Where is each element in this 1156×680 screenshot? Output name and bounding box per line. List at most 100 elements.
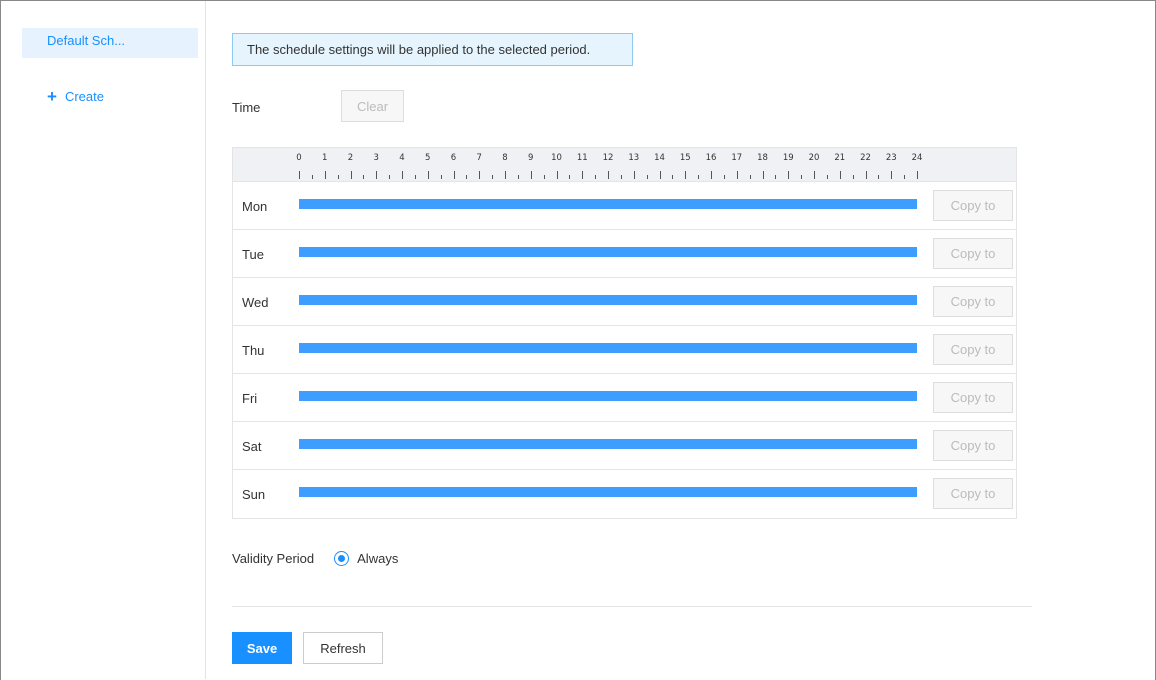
ruler-tick: [556, 171, 558, 179]
ruler-tick: [453, 171, 455, 179]
schedule-period-bar[interactable]: [299, 391, 917, 401]
schedule-row-sun: Sun Copy to: [233, 469, 1016, 517]
ruler-tick: [672, 175, 674, 179]
clear-button[interactable]: Clear: [341, 90, 404, 122]
ruler-tick: [814, 171, 815, 179]
ruler-tick: [620, 175, 622, 179]
ruler-tick: [608, 171, 609, 179]
ruler-hour-label: 8: [502, 153, 508, 163]
ruler-tick: [350, 171, 352, 179]
ruler-hour-label: 6: [450, 153, 457, 163]
ruler-hour-label: 23: [885, 153, 897, 163]
plus-icon: +: [47, 87, 57, 106]
day-label: Wed: [242, 295, 269, 310]
ruler-tick: [788, 171, 790, 179]
hour-ruler: 0 1 2 3 4 5 6 7 8 9 10 11 12 13 14 15 16 17 18 19 20 21 22 23 24: [233, 148, 1016, 181]
ruler-hour-label: 21: [834, 153, 846, 163]
ruler-tick: [633, 171, 635, 179]
schedule-period-bar[interactable]: [299, 247, 917, 257]
ruler-hour-label: 10: [551, 153, 562, 163]
ruler-tick: [801, 175, 803, 179]
ruler-hour-label: 20: [808, 153, 820, 163]
ruler-tick: [839, 171, 841, 179]
divider: [232, 606, 1032, 607]
sidebar-item-label: Default Sch...: [47, 33, 126, 48]
ruler-hour-label: 2: [347, 153, 354, 163]
ruler-hour-label: 11: [576, 153, 588, 163]
ruler-tick: [749, 175, 751, 179]
ruler-hour-label: 18: [757, 153, 768, 163]
validity-period: Validity Period Always: [232, 551, 398, 566]
ruler-tick: [402, 171, 403, 179]
ruler-tick: [389, 175, 391, 179]
ruler-hour-label: 7: [476, 153, 482, 163]
ruler-tick: [543, 175, 545, 179]
ruler-hour-label: 15: [679, 153, 691, 163]
copy-to-button[interactable]: Copy to: [933, 190, 1013, 221]
ruler-tick: [736, 171, 738, 179]
ruler-tick: [762, 171, 764, 179]
schedule-row-fri: Fri Copy to: [233, 373, 1016, 421]
create-label: Create: [64, 89, 104, 104]
ruler-tick: [711, 171, 712, 179]
copy-to-button[interactable]: Copy to: [933, 430, 1013, 461]
day-label: Sun: [242, 487, 266, 502]
ruler-tick: [698, 175, 700, 179]
ruler-tick: [878, 175, 880, 179]
always-label[interactable]: Always: [357, 551, 398, 566]
save-button[interactable]: Save: [232, 632, 292, 664]
sidebar-item-default-schedule[interactable]: Default Sch...: [22, 28, 198, 58]
copy-to-button[interactable]: Copy to: [933, 478, 1013, 509]
day-label: Sat: [242, 439, 262, 454]
ruler-tick: [852, 175, 854, 179]
ruler-tick: [826, 175, 828, 179]
ruler-tick: [466, 175, 468, 179]
always-radio[interactable]: [334, 551, 350, 566]
info-notice: The schedule settings will be applied to…: [232, 33, 633, 66]
schedule-period-bar[interactable]: [299, 295, 917, 305]
schedule-row-tue: Tue Copy to: [233, 229, 1016, 277]
schedule-period-bar[interactable]: [299, 343, 917, 353]
schedule-row-thu: Thu Copy to: [233, 325, 1016, 373]
ruler-hour-label: 0: [296, 153, 302, 163]
copy-to-button[interactable]: Copy to: [933, 382, 1013, 413]
ruler-tick: [492, 175, 494, 179]
day-label: Tue: [242, 247, 264, 262]
validity-period-label: Validity Period: [232, 551, 315, 566]
ruler-hour-label: 14: [654, 153, 665, 163]
schedule-row-sat: Sat Copy to: [233, 421, 1016, 469]
ruler-tick: [582, 171, 584, 179]
day-label: Fri: [242, 391, 258, 406]
ruler-hour-label: 19: [782, 153, 794, 163]
time-label: Time: [232, 100, 261, 115]
ruler-tick: [505, 171, 506, 179]
ruler-tick: [324, 171, 326, 179]
copy-to-button[interactable]: Copy to: [933, 238, 1013, 269]
ruler-tick: [363, 175, 365, 179]
ruler-hour-label: 17: [731, 153, 743, 163]
day-label: Thu: [242, 343, 265, 358]
ruler-tick: [685, 171, 687, 179]
ruler-tick: [659, 171, 661, 179]
refresh-button[interactable]: Refresh: [303, 632, 383, 664]
schedule-period-bar[interactable]: [299, 439, 917, 449]
create-schedule-link[interactable]: + Create: [47, 87, 104, 106]
schedule-period-bar[interactable]: [299, 199, 917, 209]
ruler-tick: [775, 175, 777, 179]
ruler-hour-label: 5: [425, 153, 431, 163]
copy-to-button[interactable]: Copy to: [933, 286, 1013, 317]
ruler-tick: [723, 175, 725, 179]
ruler-tick: [414, 175, 416, 179]
ruler-tick: [376, 171, 378, 179]
ruler-hour-label: 22: [860, 153, 871, 163]
ruler-hour-label: 9: [528, 153, 534, 163]
ruler-tick: [595, 175, 597, 179]
ruler-tick: [891, 171, 893, 179]
ruler-hour-label: 1: [322, 153, 328, 163]
ruler-hour-label: 12: [602, 153, 614, 163]
ruler-tick: [917, 171, 918, 179]
ruler-tick: [440, 175, 442, 179]
schedule-row-mon: Mon Copy to: [233, 181, 1016, 229]
copy-to-button[interactable]: Copy to: [933, 334, 1013, 365]
schedule-period-bar[interactable]: [299, 487, 917, 497]
